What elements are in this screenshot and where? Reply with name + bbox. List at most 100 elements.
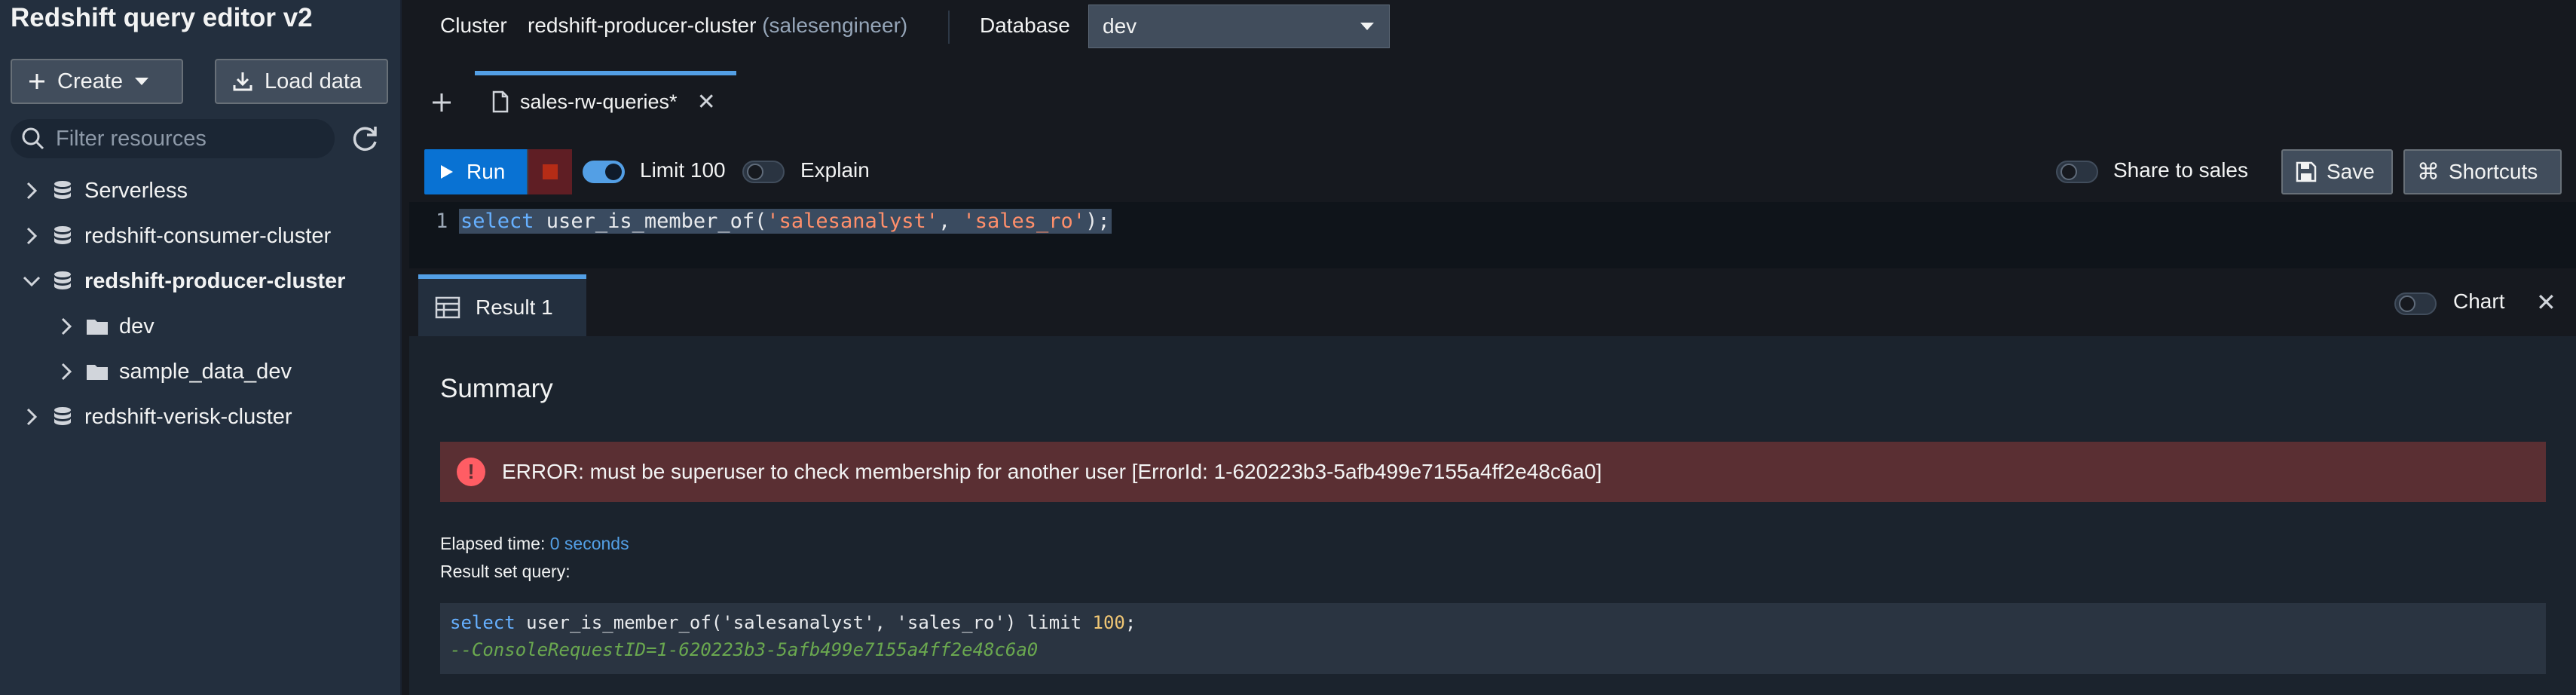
download-icon xyxy=(233,72,252,91)
elapsed-label: Elapsed time: xyxy=(440,534,546,553)
tree-item-consumer-cluster[interactable]: redshift-consumer-cluster xyxy=(20,219,331,253)
chart-toggle[interactable] xyxy=(2394,292,2437,315)
save-icon xyxy=(2296,161,2317,182)
table-icon xyxy=(435,296,460,319)
play-icon xyxy=(441,165,453,179)
sidebar-divider[interactable] xyxy=(400,0,402,695)
tab-result-1[interactable]: Result 1 xyxy=(418,274,586,336)
filter-placeholder: Filter resources xyxy=(56,126,207,151)
results-tabbar: Result 1 Chart ✕ xyxy=(409,274,2576,336)
share-toggle[interactable] xyxy=(2056,161,2098,183)
tree-item-label: redshift-verisk-cluster xyxy=(84,404,292,429)
sidebar: Redshift query editor v2 Create Load dat… xyxy=(0,0,402,695)
run-label: Run xyxy=(467,160,506,183)
search-icon xyxy=(22,127,44,150)
plus-icon xyxy=(29,74,44,89)
toggle-knob xyxy=(2399,295,2415,312)
result-sql-line: select user_is_member_of('salesanalyst',… xyxy=(450,609,2536,636)
sql-string: 'sales_ro' xyxy=(962,210,1086,233)
load-data-label: Load data xyxy=(265,69,363,93)
chevron-right-icon[interactable] xyxy=(54,360,78,384)
topbar-separator xyxy=(948,11,950,44)
shortcuts-label: Shortcuts xyxy=(2449,160,2538,183)
refresh-icon[interactable] xyxy=(348,122,381,155)
save-label: Save xyxy=(2327,160,2375,183)
caret-down-icon xyxy=(135,78,149,85)
chevron-right-icon[interactable] xyxy=(54,314,78,338)
result-set-label: Result set query: xyxy=(440,562,571,581)
limit-label: Limit 100 xyxy=(640,158,726,182)
sql-keyword: select xyxy=(450,612,516,633)
save-button[interactable]: Save xyxy=(2281,149,2393,194)
summary-title: Summary xyxy=(440,374,553,403)
share-label: Share to sales xyxy=(2113,158,2248,182)
stop-button[interactable] xyxy=(527,149,572,194)
close-tab-icon[interactable]: ✕ xyxy=(697,89,716,115)
elapsed-value: 0 seconds xyxy=(549,534,629,553)
sql-end: ; xyxy=(1124,612,1137,633)
tree-item-label: dev xyxy=(119,314,154,338)
toggle-knob xyxy=(2060,164,2077,180)
command-icon: ⌘ xyxy=(2417,159,2440,185)
sql-separator: , xyxy=(938,210,963,233)
chevron-right-icon[interactable] xyxy=(20,405,44,429)
cluster-name: redshift-producer-cluster xyxy=(528,14,757,37)
sql-body: user_is_member_of('salesanalyst', 'sales… xyxy=(515,612,1093,633)
line-number: 1 xyxy=(436,210,448,233)
folder-icon xyxy=(87,320,108,335)
sql-function: user_is_member_of( xyxy=(534,210,767,233)
tree-item-sample-data-dev[interactable]: sample_data_dev xyxy=(54,355,292,388)
app-title: Redshift query editor v2 xyxy=(11,3,313,32)
close-results-icon[interactable]: ✕ xyxy=(2536,288,2556,317)
tree-item-label: Serverless xyxy=(84,178,188,203)
error-text: ERROR: must be superuser to check member… xyxy=(502,460,1602,483)
create-button[interactable]: Create xyxy=(11,59,183,104)
cluster-selector[interactable]: redshift-producer-cluster (salesengineer… xyxy=(528,14,907,38)
load-data-button[interactable]: Load data xyxy=(215,59,388,104)
chevron-down-icon[interactable] xyxy=(20,269,44,293)
database-select[interactable]: dev xyxy=(1088,5,1390,48)
tab-label: sales-rw-queries* xyxy=(520,90,678,113)
cluster-label: Cluster xyxy=(440,14,507,37)
folder-icon xyxy=(87,365,108,380)
error-icon: ! xyxy=(457,458,485,486)
tree-item-producer-cluster[interactable]: redshift-producer-cluster xyxy=(20,265,345,298)
tab-sales-rw-queries[interactable]: sales-rw-queries* ✕ xyxy=(475,71,736,128)
explain-toggle[interactable] xyxy=(742,161,785,183)
caret-down-icon xyxy=(1360,23,1374,30)
result-set-query: select user_is_member_of('salesanalyst',… xyxy=(440,603,2546,674)
cluster-user: (salesengineer) xyxy=(762,14,908,37)
limit-toggle[interactable] xyxy=(583,161,625,183)
chart-label: Chart xyxy=(2453,289,2505,313)
tree-item-dev[interactable]: dev xyxy=(54,310,154,343)
tree-item-serverless[interactable]: Serverless xyxy=(20,174,188,207)
chevron-right-icon[interactable] xyxy=(20,179,44,203)
database-icon xyxy=(54,271,71,289)
sql-string: 'salesanalyst' xyxy=(766,210,938,233)
elapsed-time: Elapsed time: 0 seconds xyxy=(440,534,629,554)
query-editor-app: Redshift query editor v2 Create Load dat… xyxy=(0,0,2576,695)
sql-editor[interactable]: 1 select user_is_member_of('salesanalyst… xyxy=(409,202,2576,268)
sql-keyword: select xyxy=(460,210,534,233)
create-label: Create xyxy=(57,69,124,93)
explain-label: Explain xyxy=(800,158,870,182)
toggle-knob xyxy=(605,164,622,180)
run-button[interactable]: Run xyxy=(424,149,527,194)
sql-end: ); xyxy=(1085,210,1110,233)
chevron-right-icon[interactable] xyxy=(20,224,44,248)
shortcuts-button[interactable]: ⌘ Shortcuts xyxy=(2403,149,2562,194)
filter-resources-input[interactable]: Filter resources xyxy=(11,119,335,158)
sql-limit: 100 xyxy=(1092,612,1125,633)
new-tab-plus-icon[interactable] xyxy=(428,89,455,116)
tree-item-verisk-cluster[interactable]: redshift-verisk-cluster xyxy=(20,400,292,433)
tree-item-label: sample_data_dev xyxy=(119,359,292,384)
tree-item-label: redshift-consumer-cluster xyxy=(84,223,332,248)
error-alert: ! ERROR: must be superuser to check memb… xyxy=(440,442,2546,502)
result-tab-label: Result 1 xyxy=(476,295,553,319)
stop-icon xyxy=(543,164,558,179)
code-line[interactable]: select user_is_member_of('salesanalyst',… xyxy=(459,209,1112,234)
database-label: Database xyxy=(980,14,1070,37)
toggle-knob xyxy=(747,164,763,180)
database-icon xyxy=(54,407,71,425)
tree-item-label: redshift-producer-cluster xyxy=(84,268,346,293)
